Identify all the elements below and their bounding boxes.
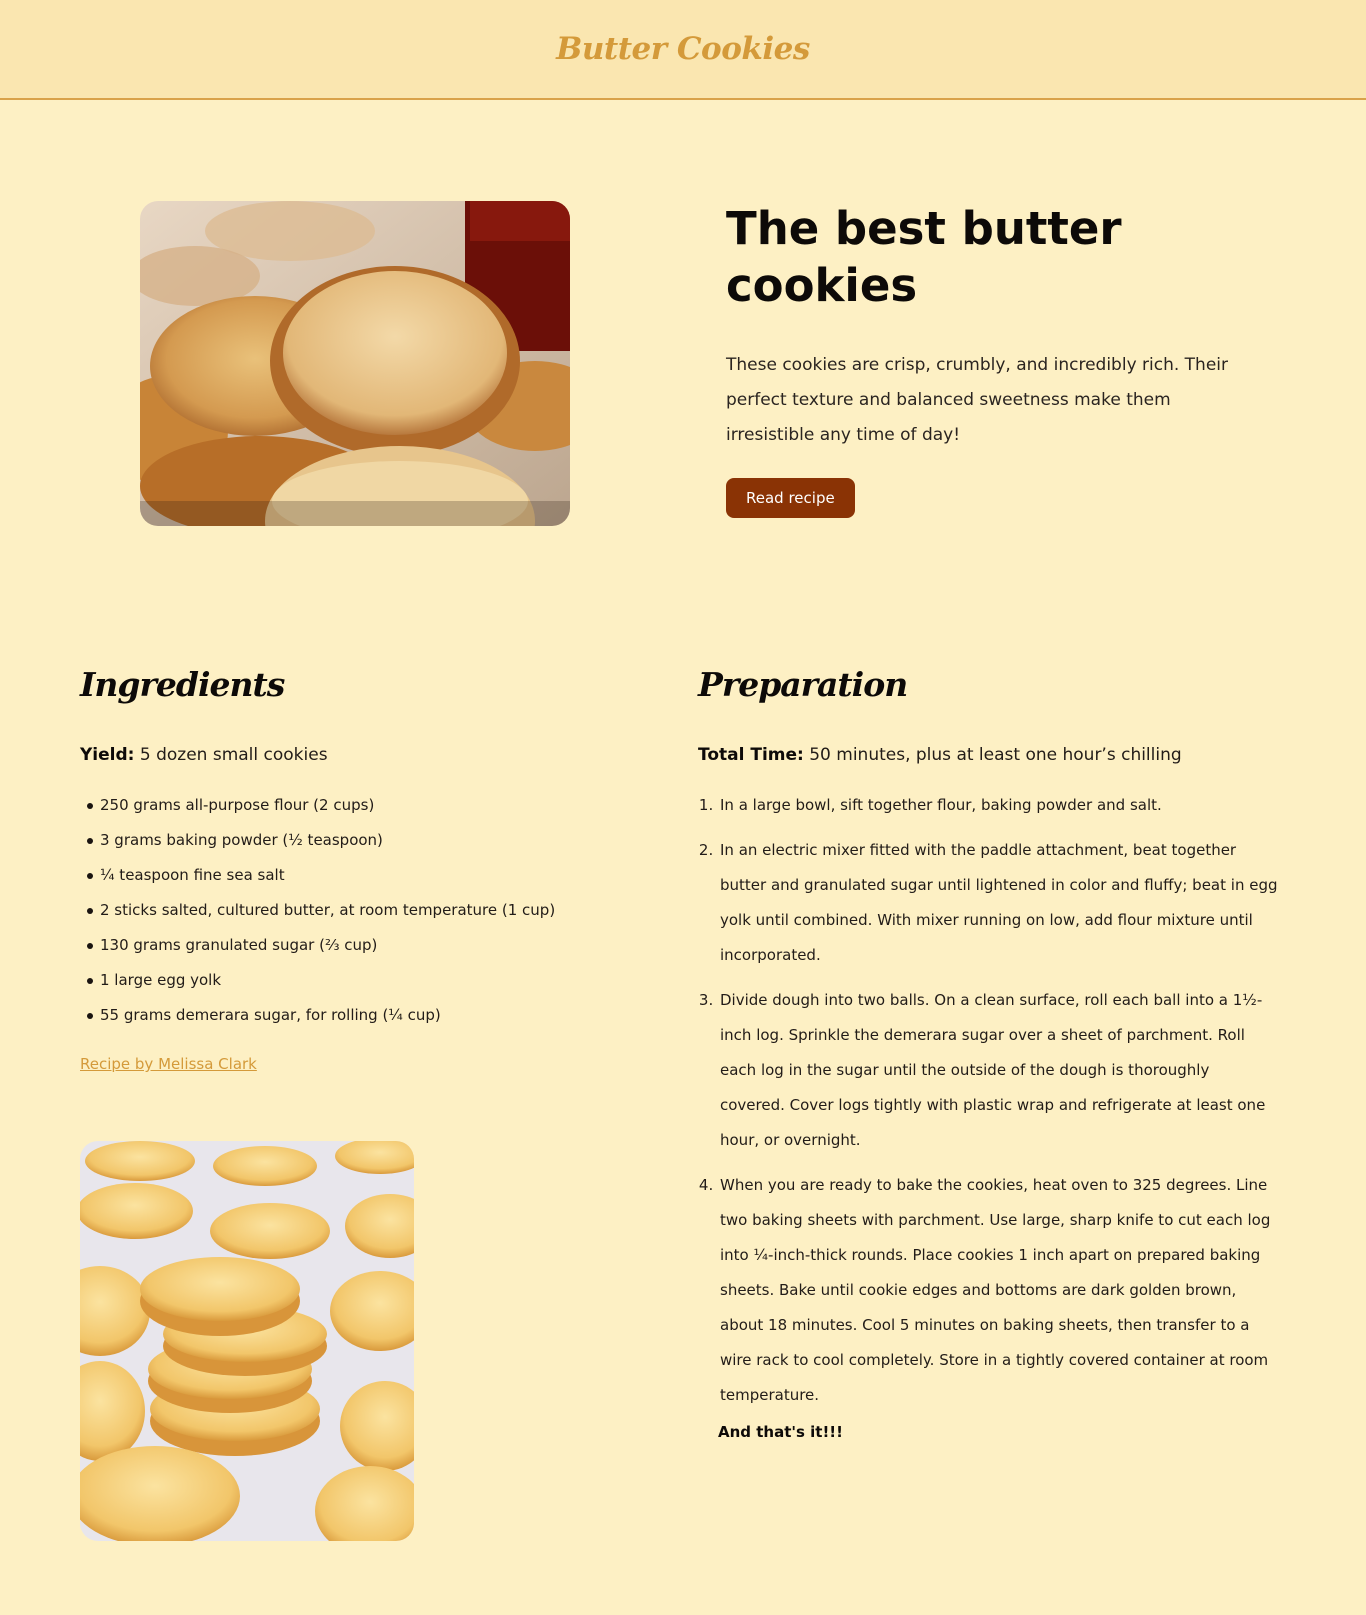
ingredients-section: Ingredients Yield: 5 dozen small cookies…: [80, 665, 640, 1073]
ingredient-item: 130 grams granulated sugar (⅔ cup): [87, 928, 640, 963]
site-header: Butter Cookies: [0, 0, 1366, 100]
yield-value: 5 dozen small cookies: [134, 745, 328, 765]
hero-title: The best butter cookies: [726, 202, 1122, 312]
ingredient-item: 55 grams demerara sugar, for rolling (¼ …: [87, 998, 640, 1033]
yield-line: Yield: 5 dozen small cookies: [80, 740, 640, 770]
site-title: Butter Cookies: [556, 31, 810, 67]
read-recipe-button[interactable]: Read recipe: [726, 478, 855, 518]
preparation-steps: In a large bowl, sift together flour, ba…: [698, 788, 1278, 1413]
recipe-credit-link[interactable]: Recipe by Melissa Clark: [80, 1055, 257, 1073]
butter-cookies-photo-icon: [140, 201, 570, 526]
preparation-title: Preparation: [698, 665, 908, 704]
hero-text: The best butter cookies These cookies ar…: [726, 200, 1246, 518]
ingredient-item: 2 sticks salted, cultured butter, at roo…: [87, 893, 640, 928]
closing-text: And that's it!!!: [718, 1423, 843, 1441]
ingredient-item: ¼ teaspoon fine sea salt: [87, 858, 640, 893]
total-time-line: Total Time: 50 minutes, plus at least on…: [698, 740, 1278, 770]
stacked-cookies-photo-icon: [80, 1141, 414, 1541]
ingredient-item: 3 grams baking powder (½ teaspoon): [87, 823, 640, 858]
yield-label: Yield:: [80, 745, 135, 765]
ingredient-item: 1 large egg yolk: [87, 963, 640, 998]
preparation-section: Preparation Total Time: 50 minutes, plus…: [698, 665, 1278, 1441]
ingredient-item: 250 grams all-purpose flour (2 cups): [87, 788, 640, 823]
hero-cookie-image: [140, 201, 570, 526]
ingredients-list: 250 grams all-purpose flour (2 cups) 3 g…: [80, 788, 640, 1033]
total-time-label: Total Time:: [698, 745, 804, 765]
preparation-step: When you are ready to bake the cookies, …: [718, 1168, 1278, 1413]
stacked-cookies-image: [80, 1141, 414, 1541]
ingredients-title: Ingredients: [80, 665, 285, 704]
total-time-value: 50 minutes, plus at least one hour’s chi…: [803, 745, 1182, 765]
preparation-step: In a large bowl, sift together flour, ba…: [718, 788, 1278, 823]
hero-description: These cookies are crisp, crumbly, and in…: [726, 355, 1229, 445]
preparation-step: In an electric mixer fitted with the pad…: [718, 833, 1278, 973]
preparation-step: Divide dough into two balls. On a clean …: [718, 983, 1278, 1158]
